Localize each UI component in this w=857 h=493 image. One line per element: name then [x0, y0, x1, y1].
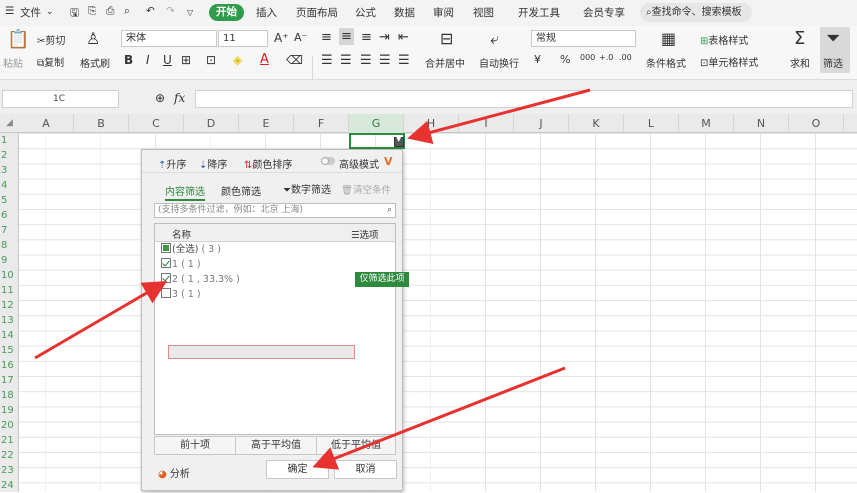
arrow-to-dropdown — [407, 88, 591, 144]
arrow-to-checkbox — [34, 280, 168, 360]
annotation-arrows — [34, 88, 591, 470]
arrow-to-ok — [312, 366, 566, 470]
